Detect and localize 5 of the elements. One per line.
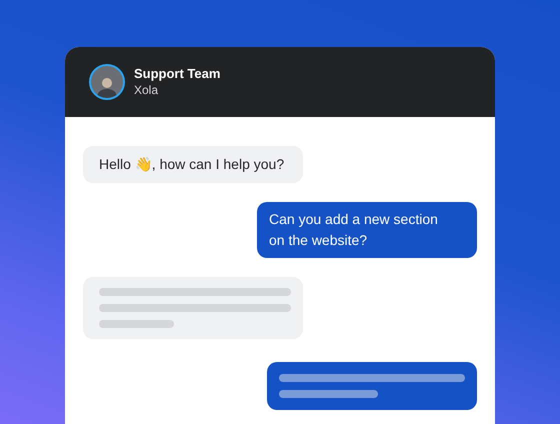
agent-name: Support Team bbox=[134, 66, 220, 82]
message-bubble: Hello 👋, how can I help you? bbox=[83, 146, 303, 183]
company-name: Xola bbox=[134, 82, 160, 98]
avatar bbox=[89, 64, 125, 100]
message-bubble: Can you add a new section on the website? bbox=[257, 202, 477, 258]
